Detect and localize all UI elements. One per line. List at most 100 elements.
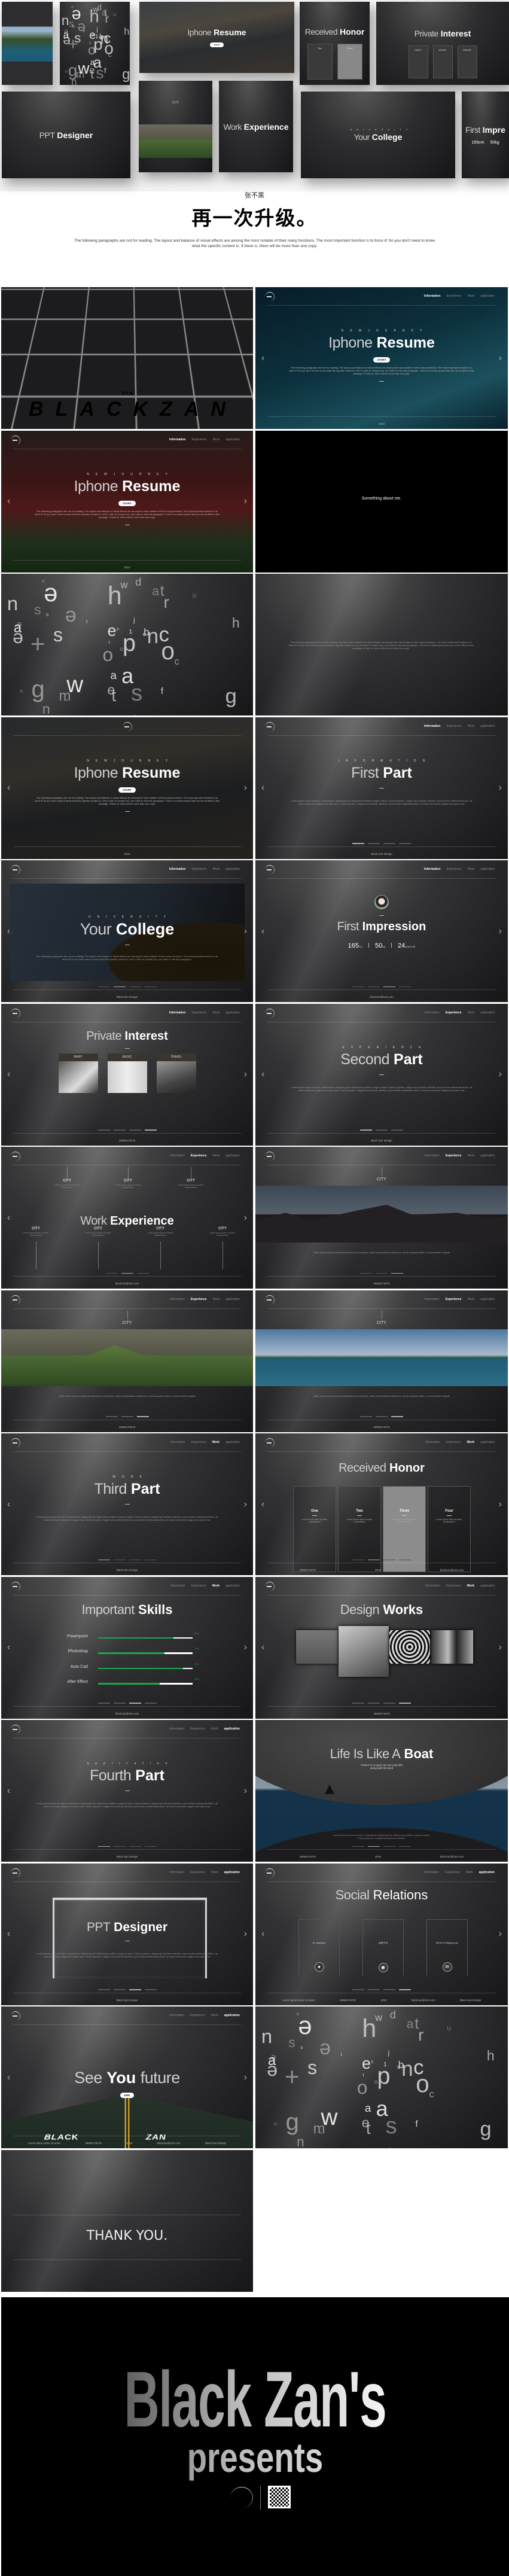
chevron-left-icon[interactable]: ‹ (7, 1642, 10, 1654)
nav-item-information[interactable]: Information (170, 1441, 185, 1444)
brand-logo[interactable] (11, 2011, 20, 2021)
nav-item-information[interactable]: Information (425, 1584, 440, 1588)
nav-item-information[interactable]: Information (425, 1011, 440, 1015)
nav-item-information[interactable]: Information (425, 1441, 440, 1444)
nav-item-work[interactable]: Work (213, 867, 220, 871)
pagination-dot[interactable] (368, 1559, 380, 1560)
brand-logo[interactable] (11, 1152, 20, 1161)
nav-item-experience[interactable]: Experience (446, 1441, 461, 1444)
nav-item-work[interactable]: Work (212, 1584, 220, 1588)
end-button[interactable]: END (120, 2093, 135, 2098)
pagination-dot[interactable] (136, 1272, 149, 1274)
pagination-dot[interactable] (368, 1703, 380, 1704)
start-button[interactable]: START (373, 357, 391, 363)
pagination-dot[interactable] (383, 1989, 395, 1990)
nav-item-application[interactable]: application (480, 1011, 495, 1015)
nav-item-work[interactable]: Work (211, 1871, 218, 1874)
pagination-dot[interactable] (383, 1559, 395, 1560)
pagination-dot[interactable] (129, 1129, 141, 1131)
nav-item-experience[interactable]: Experience (445, 1871, 460, 1874)
nav-item-work[interactable]: Work (213, 1011, 220, 1015)
pagination-dot[interactable] (129, 1559, 141, 1560)
pagination-dot[interactable] (383, 986, 395, 987)
nav-item-application[interactable]: application (225, 438, 240, 441)
pagination-dot[interactable] (129, 1703, 141, 1704)
nav-item-information[interactable]: Information (170, 1584, 185, 1588)
pagination-dot[interactable] (360, 1272, 372, 1274)
brand-logo[interactable] (11, 1295, 20, 1305)
nav-item-application[interactable]: application (480, 867, 495, 871)
pagination-dot[interactable] (113, 1703, 126, 1704)
nav-item-information[interactable]: Information (424, 1871, 439, 1874)
nav-item-experience[interactable]: Experience (447, 724, 462, 728)
brand-logo[interactable] (265, 1581, 275, 1591)
nav-item-information[interactable]: Information (169, 867, 186, 871)
design-work-image[interactable] (431, 1630, 473, 1664)
pagination-dot[interactable] (391, 1272, 403, 1274)
nav-item-work[interactable]: Work (468, 724, 475, 728)
pagination-dot[interactable] (144, 1703, 157, 1704)
brand-logo[interactable] (122, 721, 132, 732)
chevron-right-icon[interactable]: › (499, 1642, 502, 1654)
nav-item-information[interactable]: Information (424, 867, 441, 871)
pagination-dot[interactable] (383, 1703, 395, 1704)
pagination-dot[interactable] (136, 1416, 149, 1417)
nav-item-work[interactable]: Work (213, 438, 220, 441)
design-work-image[interactable] (339, 1625, 389, 1677)
brand-logo[interactable] (11, 435, 20, 445)
nav-item-information[interactable]: Information (425, 1154, 440, 1158)
nav-item-application[interactable]: application (225, 867, 240, 871)
pagination-dot[interactable] (399, 986, 411, 987)
brand-logo[interactable] (11, 1868, 20, 1878)
start-button[interactable]: START (209, 42, 224, 47)
pagination-dot[interactable] (376, 1129, 388, 1131)
pagination-dot[interactable] (352, 843, 364, 844)
nav-item-work[interactable]: Work (467, 1441, 474, 1444)
contact-card[interactable]: ID: blackzan ● (298, 1919, 340, 1976)
pagination-dot[interactable] (121, 1416, 133, 1417)
nav-item-application[interactable]: application (224, 1727, 240, 1731)
nav-item-application[interactable]: application (225, 1298, 240, 1301)
pagination-dot[interactable] (129, 1989, 141, 1990)
pagination-dot[interactable] (97, 1703, 110, 1704)
nav-item-work[interactable]: Work (468, 867, 475, 871)
nav-item-application[interactable]: application (225, 1584, 240, 1588)
pagination-dot[interactable] (129, 1846, 141, 1847)
pagination-dot[interactable] (144, 1846, 157, 1847)
nav-item-experience[interactable]: Experience (190, 2014, 205, 2017)
pagination-dot[interactable] (144, 1129, 157, 1131)
weibo-icon[interactable]: ◉ (378, 1962, 388, 1972)
nav-item-information[interactable]: Information (170, 1298, 185, 1301)
nav-item-information[interactable]: Information (169, 2014, 184, 2017)
nav-item-experience[interactable]: Experience (446, 1584, 461, 1588)
pagination-dot[interactable] (129, 986, 141, 987)
start-button[interactable]: START (118, 787, 136, 793)
pagination-dot[interactable] (144, 986, 157, 987)
nav-item-experience[interactable]: Experience (191, 1441, 206, 1444)
nav-item-experience[interactable]: Experience (446, 1298, 462, 1301)
nav-item-experience[interactable]: Experience (190, 1871, 205, 1874)
nav-item-application[interactable]: application (480, 1154, 495, 1158)
nav-item-work[interactable]: Work (468, 1154, 475, 1158)
brand-logo[interactable] (11, 865, 20, 875)
nav-item-work[interactable]: Work (468, 1011, 475, 1015)
nav-item-experience[interactable]: Experience (191, 1154, 207, 1158)
nav-item-experience[interactable]: Experience (447, 294, 462, 298)
nav-item-application[interactable]: application (224, 1871, 240, 1874)
design-work-image[interactable] (296, 1630, 338, 1664)
pagination-dot[interactable] (383, 843, 395, 844)
chevron-right-icon[interactable]: › (499, 1499, 502, 1511)
pagination-dot[interactable] (121, 1272, 133, 1274)
brand-logo[interactable] (265, 1868, 275, 1878)
brand-logo[interactable] (265, 292, 275, 302)
chevron-right-icon[interactable]: › (499, 1928, 502, 1940)
mail-icon[interactable]: ✉ (442, 1962, 452, 1972)
pagination-dot[interactable] (105, 1416, 118, 1417)
nav-item-application[interactable]: application (480, 1298, 495, 1301)
pagination-dot[interactable] (97, 1846, 110, 1847)
pagination-dot[interactable] (352, 1989, 364, 1990)
nav-item-work[interactable]: Work (468, 1298, 475, 1301)
brand-logo[interactable] (11, 1438, 20, 1448)
pagination-dot[interactable] (105, 1272, 118, 1274)
chevron-right-icon[interactable]: › (244, 1642, 247, 1654)
